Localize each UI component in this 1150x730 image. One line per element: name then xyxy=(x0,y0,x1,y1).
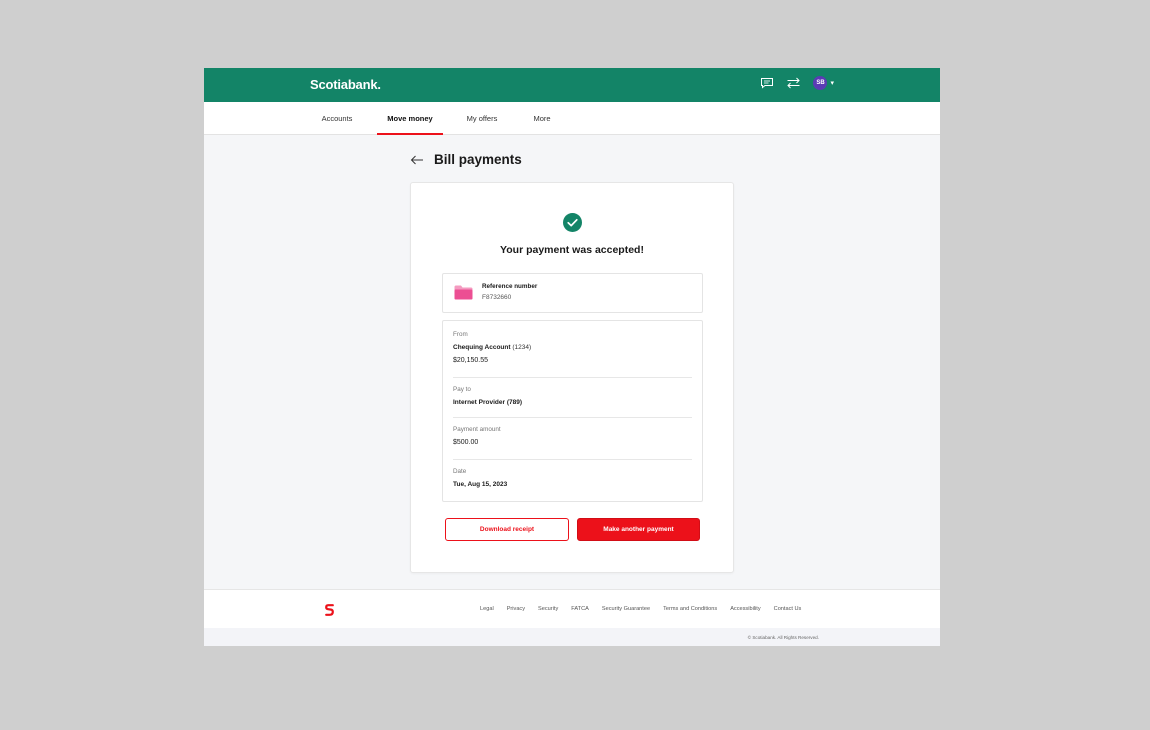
reference-box: Reference number F8732660 xyxy=(442,273,703,313)
main-nav: Accounts Move money My offers More xyxy=(204,102,940,135)
payment-details: From Chequing Account (1234) $20,150.55 … xyxy=(442,320,703,502)
detail-amount: Payment amount $500.00 xyxy=(453,426,692,460)
make-another-payment-button[interactable]: Make another payment xyxy=(577,518,700,541)
footer-link-legal[interactable]: Legal xyxy=(480,606,494,612)
footer-link-security-guarantee[interactable]: Security Guarantee xyxy=(602,606,650,612)
nav-tab-move-money[interactable]: Move money xyxy=(377,102,443,135)
footer-link-terms[interactable]: Terms and Conditions xyxy=(663,606,717,612)
chevron-down-icon[interactable]: ▾ xyxy=(830,80,834,87)
date-label: Date xyxy=(453,468,467,475)
folder-icon xyxy=(454,285,473,305)
reference-value: F8732660 xyxy=(482,294,512,301)
from-account-number: (1234) xyxy=(512,344,532,351)
footer-link-fatca[interactable]: FATCA xyxy=(571,606,589,612)
avatar[interactable]: SB xyxy=(813,76,828,90)
amount-label: Payment amount xyxy=(453,426,501,433)
copyright-bar: © Scotiabank. All Rights Reserved. xyxy=(204,628,940,646)
nav-tab-accounts[interactable]: Accounts xyxy=(310,102,364,135)
download-receipt-button[interactable]: Download receipt xyxy=(445,518,569,541)
scotiabank-logo[interactable]: Scotiabank. xyxy=(310,77,381,92)
footer-link-security[interactable]: Security xyxy=(538,606,558,612)
amount-value: $500.00 xyxy=(453,439,479,446)
footer-link-contact[interactable]: Contact Us xyxy=(774,606,802,612)
nav-tab-my-offers[interactable]: My offers xyxy=(457,102,507,135)
top-bar-actions: SB ▾ xyxy=(760,76,834,90)
detail-pay-to: Pay to Internet Provider (789) xyxy=(453,386,692,418)
profile-menu[interactable]: SB ▾ xyxy=(813,76,834,90)
chat-icon[interactable] xyxy=(760,77,774,89)
page-title: Bill payments xyxy=(434,152,522,167)
footer: Legal Privacy Security FATCA Security Gu… xyxy=(204,589,940,628)
detail-date: Date Tue, Aug 15, 2023 xyxy=(453,468,692,496)
reference-label: Reference number xyxy=(482,283,538,290)
from-balance: $20,150.55 xyxy=(453,357,489,364)
pay-to-label: Pay to xyxy=(453,386,471,393)
footer-links: Legal Privacy Security FATCA Security Gu… xyxy=(480,606,801,612)
success-check-icon xyxy=(563,213,582,237)
footer-link-accessibility[interactable]: Accessibility xyxy=(730,606,760,612)
transfer-icon[interactable] xyxy=(786,77,801,89)
from-account: Chequing Account (1234) xyxy=(453,344,692,351)
confirmation-title: Your payment was accepted! xyxy=(500,244,644,256)
confirmation-card: Your payment was accepted! Reference num… xyxy=(410,182,734,573)
nav-tab-more[interactable]: More xyxy=(525,102,559,135)
detail-from: From Chequing Account (1234) $20,150.55 xyxy=(453,331,692,378)
scotiabank-s-logo-icon[interactable] xyxy=(325,603,334,621)
page-header: Bill payments xyxy=(410,152,522,167)
pay-to-value: Internet Provider (789) xyxy=(453,399,522,406)
from-label: From xyxy=(453,331,468,338)
copyright-text: © Scotiabank. All Rights Reserved. xyxy=(747,635,819,640)
app-window: Scotiabank. SB ▾ Accounts Move money My … xyxy=(204,68,940,646)
footer-link-privacy[interactable]: Privacy xyxy=(507,606,525,612)
back-arrow-icon[interactable] xyxy=(410,155,424,165)
from-account-name: Chequing Account xyxy=(453,344,511,351)
date-value: Tue, Aug 15, 2023 xyxy=(453,481,508,488)
top-bar: Scotiabank. SB ▾ xyxy=(204,68,940,102)
